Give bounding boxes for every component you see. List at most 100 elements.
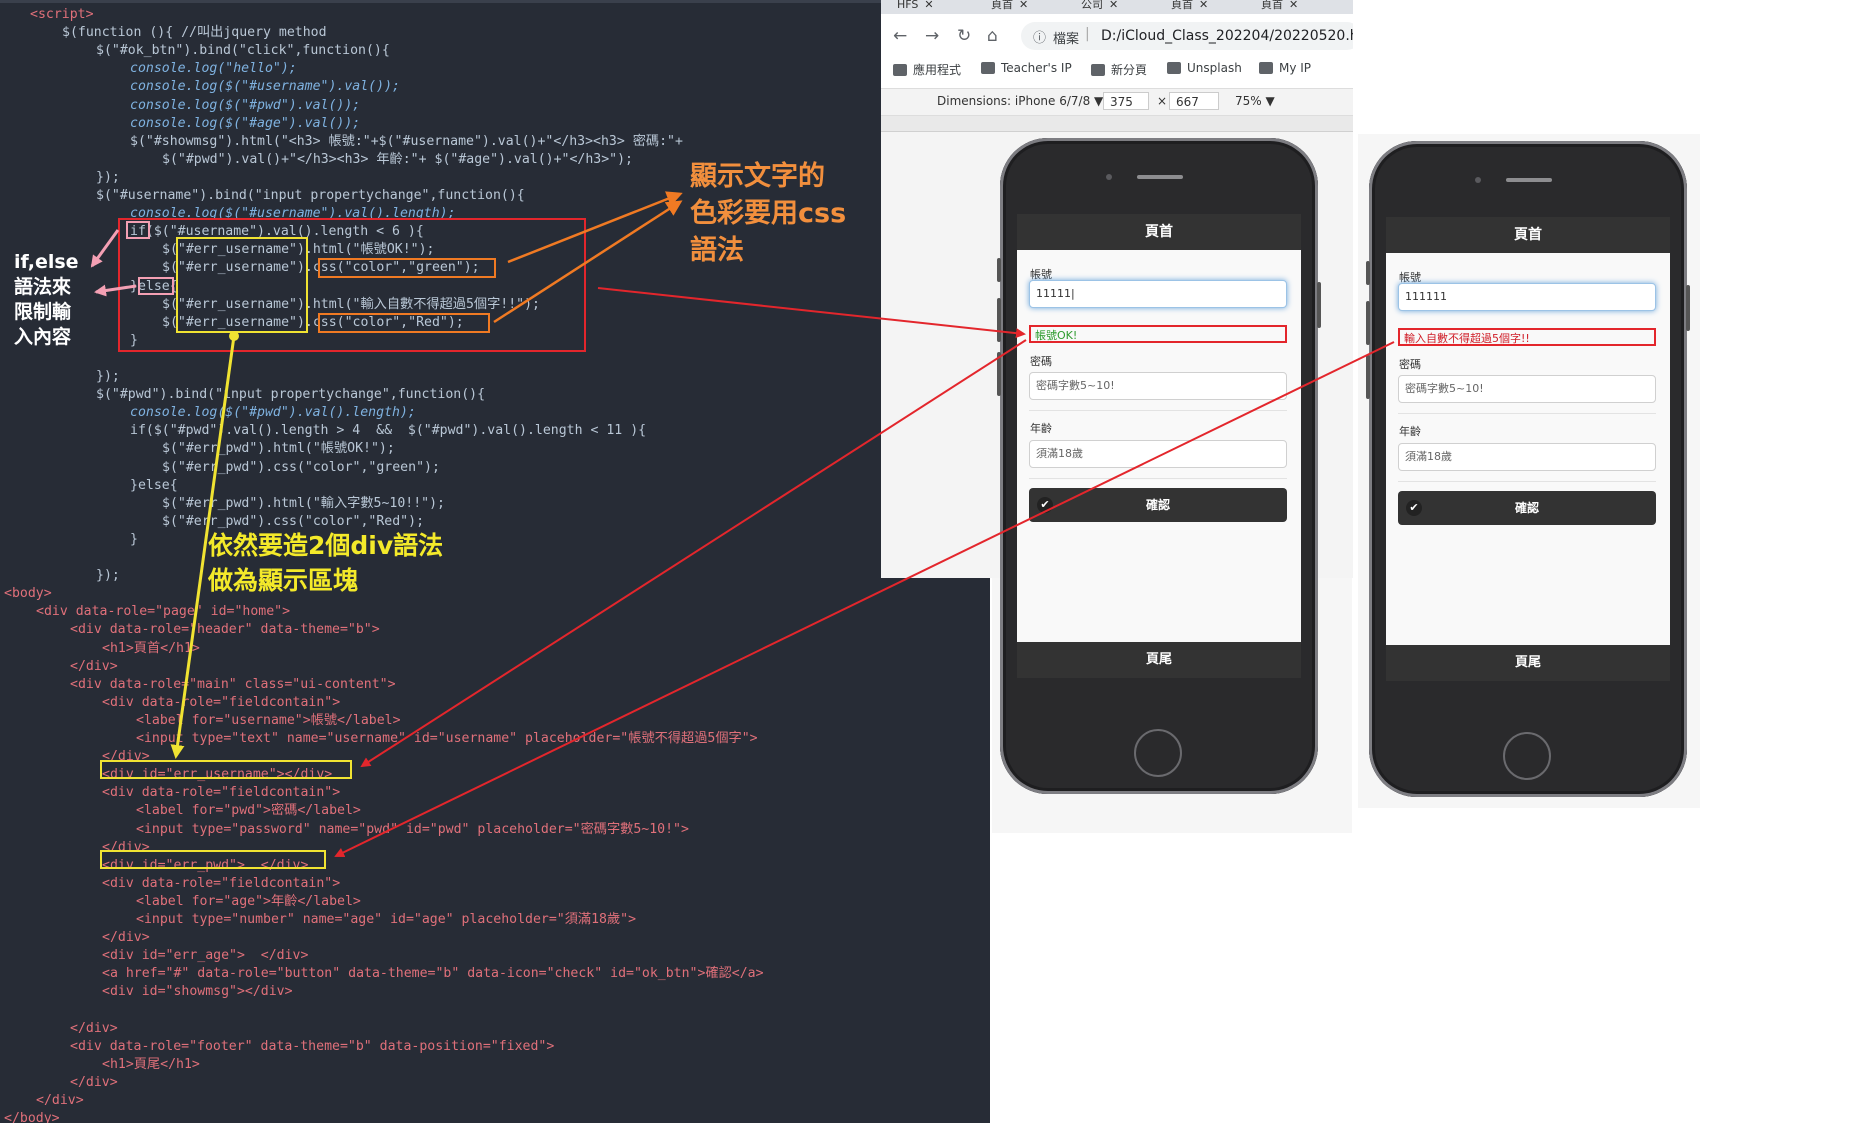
age-input[interactable]: 須滿18歲 bbox=[1029, 440, 1287, 468]
speaker-grille bbox=[1137, 175, 1183, 179]
username-input[interactable]: 111111 bbox=[1398, 283, 1656, 311]
side-button bbox=[1317, 282, 1321, 328]
ok-button-label: 確認 bbox=[1145, 498, 1170, 512]
code-line: <div data-role="page" id="home"> bbox=[36, 604, 291, 620]
camera-icon bbox=[1475, 177, 1481, 183]
code-line: }); bbox=[96, 369, 120, 384]
css-green-box bbox=[318, 258, 496, 278]
code-line: $("#err_pwd").css("color","green"); bbox=[162, 459, 440, 475]
side-button bbox=[1366, 261, 1370, 285]
ok-button[interactable]: ✔ 確認 bbox=[1398, 491, 1656, 525]
close-icon[interactable]: ✕ bbox=[924, 0, 933, 11]
bookmark-unsplash[interactable]: Unsplash bbox=[1167, 61, 1242, 75]
close-icon[interactable]: ✕ bbox=[1289, 0, 1298, 11]
age-label: 年齡 bbox=[1030, 422, 1052, 435]
page-footer: 頁尾 bbox=[1386, 645, 1670, 681]
age-input[interactable]: 須滿18歲 bbox=[1398, 443, 1656, 471]
page-header: 頁首 bbox=[1017, 214, 1301, 250]
code-line: $("#username").bind("input propertychang… bbox=[96, 188, 525, 203]
close-icon[interactable]: ✕ bbox=[1019, 0, 1028, 11]
if-keyword-box bbox=[126, 221, 150, 239]
reload-icon[interactable]: ↻ bbox=[957, 26, 971, 46]
tab-page-2[interactable]: 頁首 ✕ bbox=[1171, 0, 1208, 14]
bookmark-teachers-ip[interactable]: Teacher's IP bbox=[981, 61, 1072, 75]
code-line: </div> bbox=[70, 1020, 118, 1036]
close-icon[interactable]: ✕ bbox=[1109, 0, 1118, 11]
side-button bbox=[1686, 285, 1690, 331]
code-line: <div id="err_age"> </div> bbox=[102, 948, 309, 964]
field-divider bbox=[1029, 410, 1287, 411]
code-line: <script> bbox=[30, 7, 94, 22]
err-pwd-div-box bbox=[100, 850, 326, 869]
bookmark-icon bbox=[981, 62, 995, 74]
device-select[interactable]: Dimensions: iPhone 6/7/8 ▼ bbox=[937, 94, 1103, 108]
code-line: <div data-role="fieldcontain"> bbox=[102, 785, 341, 801]
phone-mockup-left: 頁首 帳號 11111| 帳號OK! 密碼 密碼字數5~10! 年齡 須滿18歲… bbox=[997, 138, 1321, 794]
code-line: <div id="showmsg"></div> bbox=[102, 984, 293, 1000]
bookmark-my-ip[interactable]: My IP bbox=[1259, 61, 1311, 75]
pwd-label: 密碼 bbox=[1399, 358, 1421, 371]
username-input[interactable]: 11111| bbox=[1029, 280, 1287, 308]
code-line: <input type="number" name="age" id="age"… bbox=[136, 912, 637, 927]
phone-mockup-right: 頁首 帳號 111111 輸入自數不得超過5個字!! 密碼 密碼字數5~10! … bbox=[1366, 141, 1690, 797]
age-label: 年齡 bbox=[1399, 425, 1421, 438]
code-line: console.log("hello"); bbox=[130, 61, 297, 77]
css-red-box bbox=[318, 313, 490, 333]
code-line: $("#err_pwd").html("帳號OK!"); bbox=[162, 441, 395, 457]
pwd-input[interactable]: 密碼字數5~10! bbox=[1029, 372, 1287, 400]
zoom-select[interactable]: 75% ▼ bbox=[1235, 94, 1275, 108]
code-line: <div data-role="header" data-theme="b"> bbox=[70, 622, 380, 638]
url-text[interactable]: D:/iCloud_Class_202204/20220520.htm bbox=[1101, 28, 1353, 44]
code-line: </body> bbox=[4, 1111, 60, 1123]
code-line: console.log($("#pwd").val()); bbox=[130, 97, 361, 113]
code-line: }else{ bbox=[130, 477, 178, 493]
code-line: <div data-role="fieldcontain"> bbox=[102, 875, 341, 891]
selector-box-ifelse bbox=[176, 237, 308, 333]
back-icon[interactable]: ← bbox=[893, 26, 907, 46]
address-bar[interactable]: ⓘ 檔案 | D:/iCloud_Class_202204/20220520.h… bbox=[1021, 22, 1353, 50]
tab-page-3[interactable]: 頁首 ✕ bbox=[1261, 0, 1298, 14]
globe-icon bbox=[1091, 64, 1105, 76]
info-icon[interactable]: ⓘ bbox=[1033, 27, 1046, 46]
code-line: </div> bbox=[102, 930, 150, 946]
code-line: $("#ok_btn").bind("click",function(){ bbox=[96, 43, 390, 59]
code-line: <a href="#" data-role="button" data-them… bbox=[102, 966, 764, 982]
navigation-bar: ← → ↻ ⌂ ⓘ 檔案 | D:/iCloud_Class_202204/20… bbox=[881, 14, 1353, 61]
code-line: $("#showmsg").html("<h3> 帳號:"+$("#userna… bbox=[130, 133, 683, 149]
err-username-div-box bbox=[100, 760, 352, 779]
device-width-input[interactable]: 375 bbox=[1103, 92, 1149, 110]
tab-hfs[interactable]: HFS ✕ bbox=[897, 0, 934, 14]
forward-icon[interactable]: → bbox=[925, 26, 939, 46]
close-icon[interactable]: ✕ bbox=[1199, 0, 1208, 11]
home-button[interactable] bbox=[1134, 729, 1182, 777]
pwd-label: 密碼 bbox=[1030, 355, 1052, 368]
css-annotation: 顯示文字的 色彩要用css 語法 bbox=[690, 161, 847, 266]
tab-page-1[interactable]: 頁首 ✕ bbox=[991, 0, 1028, 14]
apps-icon bbox=[893, 64, 907, 76]
code-line: <h1>頁首</h1> bbox=[102, 640, 200, 656]
check-icon: ✔ bbox=[1406, 500, 1422, 516]
devtools-device-toolbar: Dimensions: iPhone 6/7/8 ▼ 375 × 667 75%… bbox=[881, 88, 1353, 116]
code-line: if($("#pwd").val().length > 4 && $("#pwd… bbox=[130, 423, 647, 439]
pwd-input[interactable]: 密碼字數5~10! bbox=[1398, 375, 1656, 403]
code-line: }); bbox=[96, 169, 120, 185]
bookmark-apps[interactable]: 應用程式 bbox=[893, 61, 961, 78]
speaker-grille bbox=[1506, 178, 1552, 182]
field-divider bbox=[1029, 478, 1287, 479]
tab-company[interactable]: 公司 ✕ bbox=[1081, 0, 1118, 14]
bookmark-new-tab[interactable]: 新分頁 bbox=[1091, 61, 1147, 78]
code-line: <input type="password" name="pwd" id="pw… bbox=[136, 821, 689, 837]
err-username-message: 帳號OK! bbox=[1029, 325, 1287, 343]
code-line: <body> bbox=[4, 586, 52, 602]
device-height-input[interactable]: 667 bbox=[1169, 92, 1219, 110]
devtools-ruler bbox=[881, 116, 1353, 132]
code-line: $("#pwd").bind("input propertychange",fu… bbox=[96, 387, 486, 403]
url-separator: | bbox=[1085, 26, 1090, 42]
code-line: </div> bbox=[70, 1074, 118, 1090]
ok-button[interactable]: ✔ 確認 bbox=[1029, 488, 1287, 522]
page-header: 頁首 bbox=[1386, 217, 1670, 253]
home-button[interactable] bbox=[1503, 732, 1551, 780]
phone-screen: 頁首 帳號 11111| 帳號OK! 密碼 密碼字數5~10! 年齡 須滿18歲… bbox=[1017, 214, 1301, 678]
camera-icon bbox=[1106, 174, 1112, 180]
home-icon[interactable]: ⌂ bbox=[987, 26, 998, 46]
